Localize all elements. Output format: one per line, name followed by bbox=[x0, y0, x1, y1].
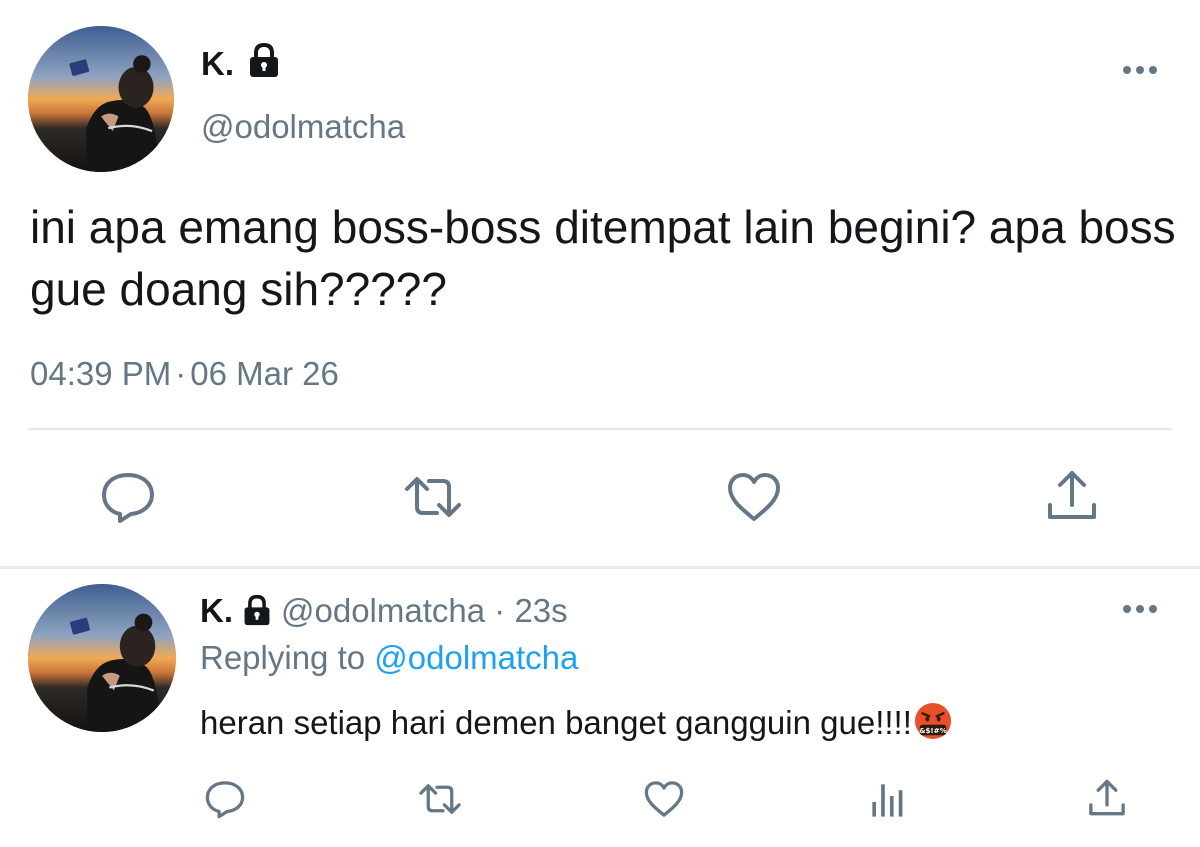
display-name[interactable]: K. bbox=[200, 592, 233, 629]
more-options-icon[interactable] bbox=[1118, 58, 1162, 82]
mention-link[interactable]: @odolmatcha bbox=[374, 639, 578, 676]
user-handle[interactable]: @odolmatcha bbox=[201, 107, 405, 147]
reply-header: K. @odolmatcha · 23s bbox=[200, 591, 568, 631]
divider bbox=[28, 428, 1172, 430]
tweet-text: heran setiap hari demen banget gangguin … bbox=[200, 702, 952, 743]
tweet-time: 04:39 PM bbox=[30, 355, 172, 392]
avatar[interactable] bbox=[28, 26, 174, 172]
relative-time[interactable]: 23s bbox=[514, 592, 567, 629]
avatar-photo bbox=[28, 26, 174, 172]
lock-icon bbox=[244, 42, 284, 78]
reply-text-content: heran setiap hari demen banget gangguin … bbox=[200, 704, 912, 741]
replying-prefix: Replying to bbox=[200, 639, 366, 676]
avatar[interactable] bbox=[28, 584, 176, 732]
reply-icon bbox=[102, 473, 154, 523]
display-name[interactable]: K. bbox=[201, 44, 234, 84]
like-icon bbox=[728, 473, 780, 521]
retweet-icon bbox=[419, 784, 461, 814]
tweet-date: 06 Mar 26 bbox=[190, 355, 339, 392]
retweet-button[interactable] bbox=[403, 467, 463, 527]
tweet-timestamp[interactable]: 04:39 PM · 06 Mar 26 bbox=[30, 354, 339, 394]
avatar-photo bbox=[28, 584, 176, 732]
share-icon bbox=[1089, 779, 1125, 816]
replying-to: Replying to @odolmatcha bbox=[200, 638, 578, 678]
retweet-button[interactable] bbox=[418, 777, 462, 821]
retweet-icon bbox=[405, 477, 461, 517]
like-button[interactable] bbox=[640, 777, 688, 821]
analytics-button[interactable] bbox=[865, 777, 909, 821]
share-button[interactable] bbox=[1085, 777, 1129, 821]
lock-icon bbox=[239, 594, 275, 626]
reply-button[interactable] bbox=[98, 467, 158, 527]
analytics-icon bbox=[872, 784, 903, 817]
reply-button[interactable] bbox=[203, 777, 247, 821]
reply-icon bbox=[205, 781, 245, 819]
tweet-text: ini apa emang boss-boss ditempat lain be… bbox=[30, 201, 1176, 315]
time-separator: · bbox=[175, 355, 187, 392]
section-divider bbox=[0, 566, 1200, 569]
like-button[interactable] bbox=[724, 467, 784, 527]
cursing-face-emoji-icon: &$!#% bbox=[914, 702, 952, 740]
share-icon bbox=[1048, 471, 1096, 519]
user-handle[interactable]: @odolmatcha bbox=[281, 592, 485, 629]
svg-text:&$!#%: &$!#% bbox=[919, 726, 946, 735]
time-separator: · bbox=[494, 592, 506, 629]
more-options-icon[interactable] bbox=[1118, 597, 1162, 621]
share-button[interactable] bbox=[1042, 467, 1102, 527]
like-icon bbox=[644, 781, 684, 817]
